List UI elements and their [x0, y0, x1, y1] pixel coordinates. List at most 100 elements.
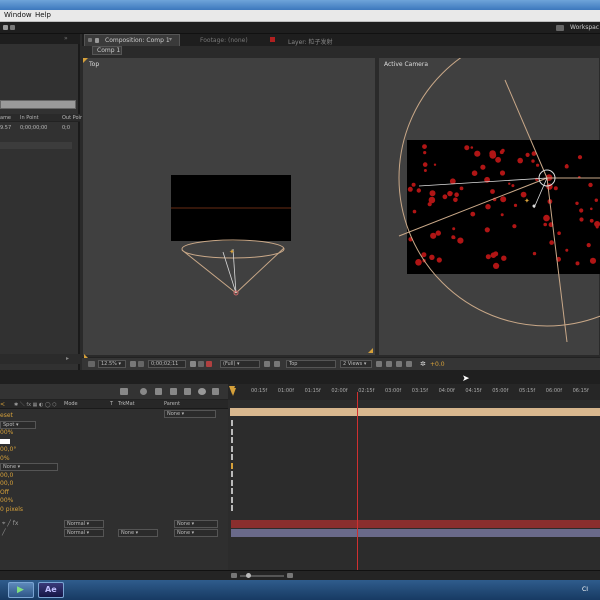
keyframe-marker[interactable]	[231, 496, 233, 503]
work-area-bar[interactable]	[230, 408, 600, 416]
show-snapshot-icon[interactable]	[198, 361, 204, 367]
system-clock[interactable]: CI	[582, 586, 588, 593]
property-value[interactable]: 00,0°	[0, 446, 16, 453]
tab-menu-icon[interactable]: ▾	[169, 36, 172, 43]
resolution-select[interactable]: (Full) ▾	[220, 360, 260, 368]
playhead-line[interactable]	[357, 392, 358, 570]
workspace-label[interactable]: Workspac	[570, 24, 599, 31]
tab-comp-1[interactable]: Comp 1	[92, 46, 122, 55]
toggle-pixel-aspect-icon[interactable]	[376, 361, 382, 367]
keyframe-marker[interactable]	[231, 454, 233, 460]
draft-3d-icon[interactable]	[140, 388, 147, 395]
keyframe-marker[interactable]	[231, 437, 233, 443]
scroll-right-arrow-icon[interactable]: ▸	[66, 355, 69, 362]
tab-composition[interactable]: Composition: Comp 1 ▾	[84, 34, 180, 46]
playhead-marker[interactable]	[228, 384, 240, 394]
timeline-tracks[interactable]	[228, 392, 600, 570]
keyframe-marker[interactable]	[231, 445, 233, 452]
column-t[interactable]: T	[110, 401, 113, 407]
keyframe-marker[interactable]	[231, 479, 233, 486]
camera-tool-icon[interactable]	[3, 25, 8, 30]
column-parent[interactable]: Parent	[164, 401, 180, 407]
channel-icon[interactable]	[206, 361, 212, 367]
property-value[interactable]: 0 pixels	[0, 506, 23, 513]
project-search-input[interactable]	[0, 100, 76, 109]
column-name[interactable]: ame	[0, 115, 11, 121]
property-select[interactable]: None ▾	[0, 463, 58, 471]
menu-help[interactable]: Help	[35, 11, 51, 19]
frame-blending-icon[interactable]	[170, 388, 177, 395]
layer-switch-icons[interactable]: ⌖ ╱ fx	[2, 520, 18, 528]
color-swatch[interactable]	[0, 438, 10, 444]
taskbar-media-player[interactable]: ▶	[8, 582, 34, 598]
particle	[536, 163, 540, 167]
column-mode[interactable]: Mode	[64, 401, 78, 407]
keyframe-marker[interactable]	[231, 471, 233, 477]
layer-switch-icons[interactable]: ╱	[2, 529, 6, 536]
view-layout-select[interactable]: 2 Views ▾	[340, 360, 372, 368]
close-icon[interactable]	[88, 38, 92, 42]
current-time[interactable]: 0;00;02;11	[148, 360, 186, 368]
timeline-icon[interactable]	[396, 361, 402, 367]
keyframe-marker[interactable]	[231, 462, 233, 469]
property-value[interactable]: 00,0	[0, 480, 13, 487]
tab-footage[interactable]: Footage: (none)	[200, 37, 248, 44]
layer-parent-select[interactable]: None ▾	[174, 529, 218, 537]
viewer-top[interactable]: Top ✦	[82, 57, 376, 356]
layer-parent-select[interactable]: None ▾	[174, 520, 218, 528]
brainstorm-icon[interactable]	[212, 388, 219, 395]
exposure-icon[interactable]: ✲	[420, 360, 426, 368]
keyframe-marker[interactable]	[231, 488, 233, 494]
magnification-select[interactable]: 12.5% ▾	[98, 360, 126, 368]
exposure-value[interactable]: +0.0	[430, 361, 445, 368]
layer-bar-red[interactable]	[231, 520, 600, 528]
panel-menu-icon[interactable]: »	[64, 35, 68, 42]
parent-select-top[interactable]: None ▾	[164, 410, 216, 418]
zoom-out-icon[interactable]	[231, 573, 237, 578]
grid-icon[interactable]	[130, 361, 136, 367]
fast-previews-icon[interactable]	[386, 361, 392, 367]
property-value[interactable]: Off	[0, 489, 9, 496]
zoom-in-icon[interactable]	[287, 573, 293, 578]
switches-icons[interactable]: ✱ ＼ fx ▦ ◐ ◯ ⬡	[14, 401, 57, 408]
layer-mode-select[interactable]: Normal ▾	[64, 529, 104, 537]
property-value[interactable]: 00,0	[0, 472, 13, 479]
mask-visibility-icon[interactable]	[138, 361, 144, 367]
comp-mini-flowchart-icon[interactable]	[120, 388, 128, 395]
flowchart-icon[interactable]	[406, 361, 412, 367]
layer-row[interactable]: ╱ Normal ▾ None ▾ None ▾	[0, 529, 228, 537]
comp-frame-camera	[407, 140, 600, 274]
zoom-slider-handle[interactable]	[246, 573, 251, 578]
property-select[interactable]: Spot ▾	[0, 420, 36, 429]
layer-bar-purple[interactable]	[231, 529, 600, 537]
property-value[interactable]: 00%	[0, 497, 13, 504]
viewer-active-camera[interactable]: Active Camera ✦	[378, 57, 600, 356]
column-trkmat[interactable]: TrkMat	[118, 401, 135, 407]
layer-mode-select[interactable]: Normal ▾	[64, 520, 104, 528]
time-ruler[interactable]: 00:15f 01:00f 01:15f 02:00f 02:15f 03:00f 03:1…	[228, 384, 600, 400]
keyframe-marker[interactable]	[231, 428, 233, 435]
property-value[interactable]: 00%	[0, 429, 13, 436]
property-value[interactable]: 0%	[0, 455, 10, 462]
snapshot-icon[interactable]	[190, 361, 196, 367]
transparency-grid-icon[interactable]	[274, 361, 280, 367]
region-of-interest-icon[interactable]	[264, 361, 270, 367]
hide-shy-layers-icon[interactable]	[155, 388, 162, 395]
taskbar-after-effects[interactable]: Ae	[38, 582, 64, 598]
graph-editor-icon[interactable]	[198, 388, 206, 395]
3d-view-select[interactable]: Top	[286, 360, 336, 368]
column-in-point[interactable]: In Point	[20, 115, 39, 121]
particle	[490, 189, 495, 194]
lock-icon[interactable]	[95, 38, 99, 43]
layer-trkmat-select[interactable]: None ▾	[118, 529, 158, 537]
property-value[interactable]: eset	[0, 412, 13, 419]
motion-blur-icon[interactable]	[184, 388, 191, 395]
menu-window[interactable]: Window	[4, 11, 32, 19]
always-preview-icon[interactable]	[88, 361, 95, 367]
keyframe-marker[interactable]	[231, 420, 233, 426]
pan-behind-tool-icon[interactable]	[10, 25, 15, 30]
ruler-tick-label: 03:00f	[385, 388, 402, 394]
keyframe-marker[interactable]	[231, 505, 233, 511]
tab-layer[interactable]: Layer: 粒子发射	[288, 37, 333, 46]
layer-row[interactable]: ⌖ ╱ fx Normal ▾ None ▾	[0, 520, 228, 528]
